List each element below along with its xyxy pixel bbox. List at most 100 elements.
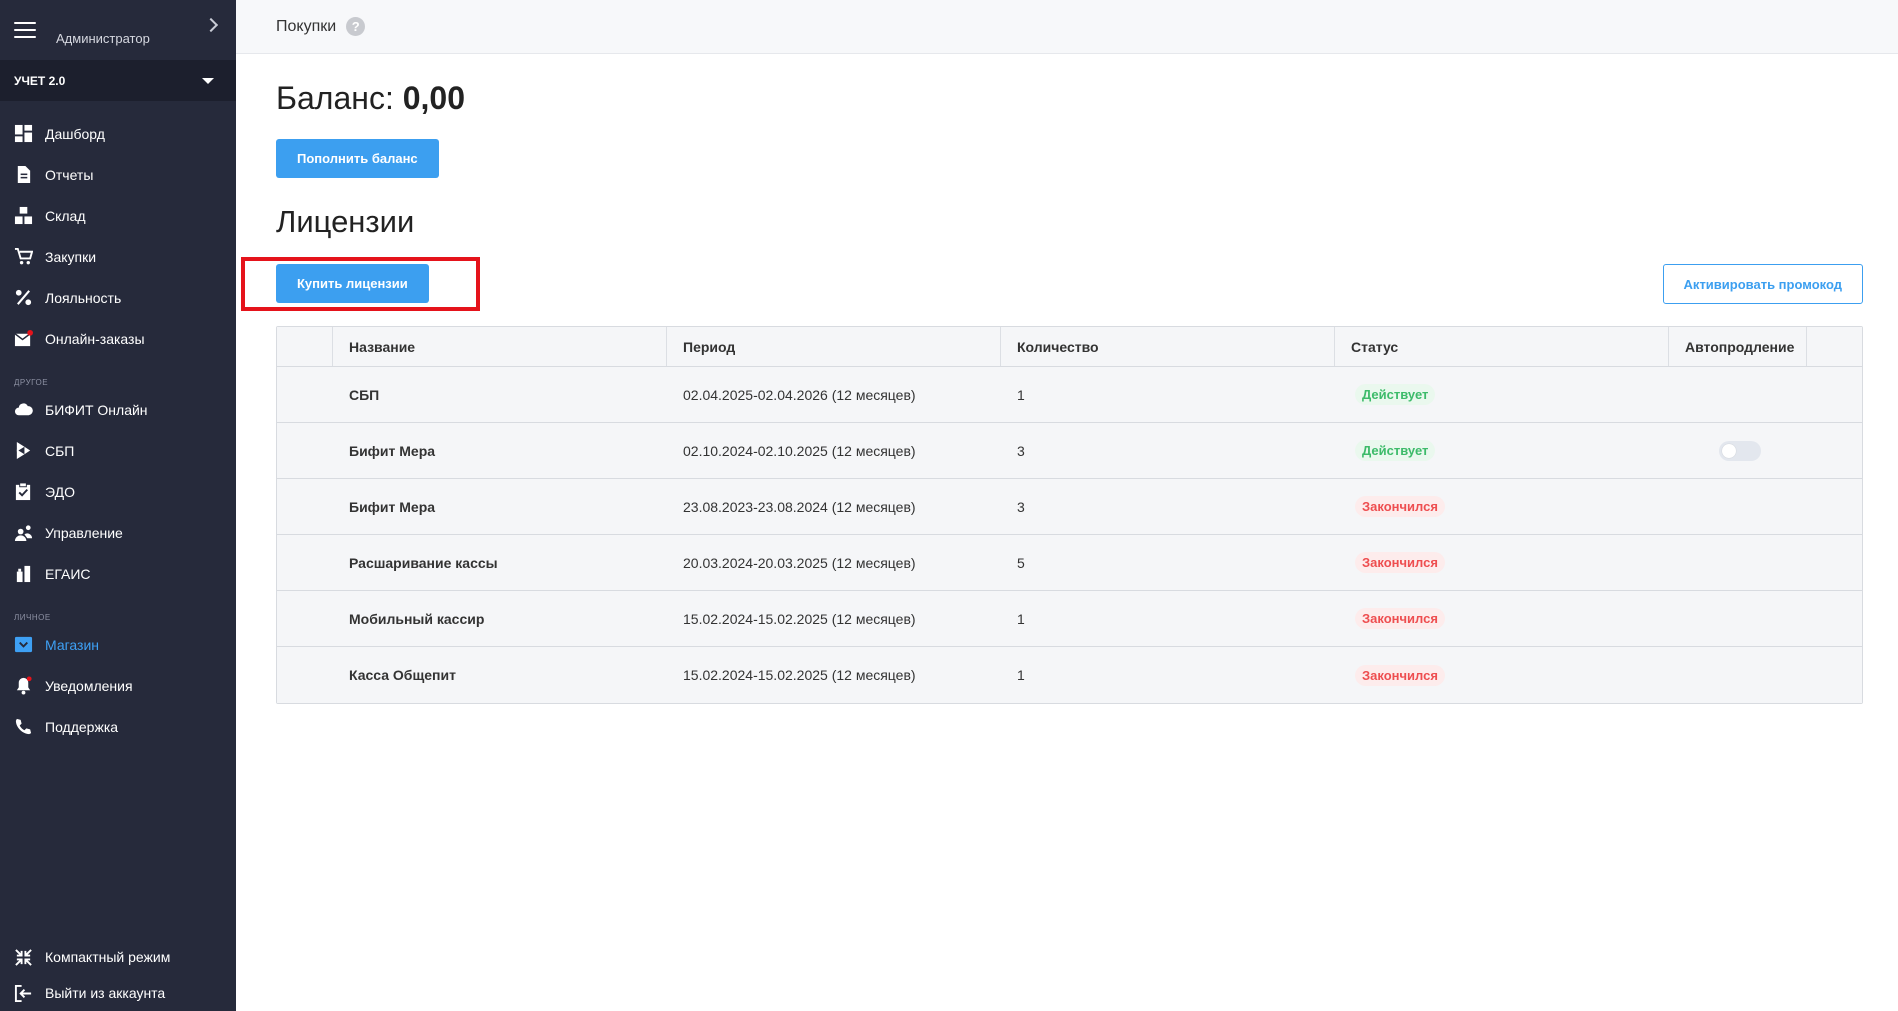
status-cell: Закончился	[1335, 479, 1669, 534]
license-name: Касса Общепит	[349, 667, 456, 683]
sidebar-item-label: Склад	[45, 207, 86, 224]
autorenew-cell	[1669, 535, 1807, 590]
topup-balance-button[interactable]: Пополнить баланс	[276, 139, 439, 178]
logout-button[interactable]: Выйти из аккаунта	[0, 975, 236, 1011]
sidebar-item-label: Закупки	[45, 248, 97, 265]
sidebar-item-sbp[interactable]: СБП	[0, 430, 236, 471]
compact-mode-label: Компактный режим	[45, 949, 171, 965]
column-header-quantity[interactable]: Количество	[1001, 327, 1335, 366]
document-icon	[13, 165, 33, 185]
license-period: 20.03.2024-20.03.2025 (12 месяцев)	[683, 554, 916, 571]
table-body: СБП 02.04.2025-02.04.2026 (12 месяцев) 1 Де…	[277, 367, 1862, 703]
status-badge: Закончился	[1355, 496, 1445, 517]
menu-icon[interactable]	[14, 22, 36, 38]
autorenew-cell	[1669, 647, 1807, 703]
actions-cell	[1807, 535, 1862, 590]
cart-icon	[13, 247, 33, 267]
sidebar-item-label: Поддержка	[45, 718, 119, 735]
compact-mode-button[interactable]: Компактный режим	[0, 939, 236, 975]
status-cell: Закончился	[1335, 591, 1669, 646]
account-name: УЧЕТ 2.0	[14, 73, 66, 88]
balance-heading: Баланс: 0,00	[276, 80, 1863, 117]
help-icon[interactable]: ?	[346, 17, 366, 36]
sidebar-item-label: Отчеты	[45, 166, 94, 183]
sidebar-item-bifit-online[interactable]: БИФИТ Онлайн	[0, 389, 236, 430]
status-badge: Закончился	[1355, 664, 1445, 686]
main-content: Баланс: 0,00 Пополнить баланс Лицензии К…	[241, 54, 1863, 704]
actions-cell	[1807, 647, 1862, 703]
table-row[interactable]: Бифит Мера 23.08.2023-23.08.2024 (12 меся…	[277, 479, 1862, 535]
sidebar-item-online-orders[interactable]: Онлайн-заказы	[0, 318, 236, 359]
license-quantity: 3	[1017, 442, 1025, 459]
license-period: 15.02.2024-15.02.2025 (12 месяцев)	[683, 667, 916, 683]
row-select-cell	[277, 479, 333, 534]
license-period: 23.08.2023-23.08.2024 (12 месяцев)	[683, 498, 916, 515]
status-badge: Действует	[1355, 384, 1436, 405]
chevron-right-icon[interactable]	[203, 17, 219, 33]
page-header: Покупки ?	[236, 0, 1898, 54]
sidebar-header: Администратор	[0, 0, 236, 60]
licenses-toolbar: Купить лицензии Активировать промокод	[241, 257, 1863, 311]
sidebar-item-label: Лояльность	[45, 289, 122, 306]
table-row[interactable]: Касса Общепит 15.02.2024-15.02.2025 (12 м…	[277, 647, 1862, 703]
sidebar-item-warehouse[interactable]: Склад	[0, 195, 236, 236]
licenses-table: Название Период Количество Статус Автопр…	[276, 326, 1863, 704]
sidebar-item-notifications[interactable]: Уведомления	[0, 665, 236, 706]
status-cell: Закончился	[1335, 647, 1669, 703]
autorenew-cell	[1669, 591, 1807, 646]
balance-value: 0,00	[402, 80, 465, 116]
status-cell: Закончился	[1335, 535, 1669, 590]
compress-icon	[13, 947, 33, 967]
store-icon	[13, 635, 33, 655]
license-name: Бифит Мера	[349, 498, 436, 515]
sidebar-item-label: Управление	[45, 524, 123, 541]
column-header-period[interactable]: Период	[667, 327, 1001, 366]
account-switcher[interactable]: УЧЕТ 2.0	[0, 60, 236, 101]
sidebar-item-management[interactable]: Управление	[0, 512, 236, 553]
table-header: Название Период Количество Статус Автопр…	[277, 327, 1862, 367]
buy-licenses-button[interactable]: Купить лицензии	[276, 264, 429, 303]
sidebar-item-loyalty[interactable]: Лояльность	[0, 277, 236, 318]
autorenew-toggle[interactable]	[1719, 440, 1761, 461]
sidebar-item-support[interactable]: Поддержка	[0, 706, 236, 747]
license-quantity: 3	[1017, 498, 1025, 515]
row-select-cell	[277, 647, 333, 703]
column-header-name[interactable]: Название	[333, 327, 667, 366]
section-personal: Личное	[14, 613, 51, 622]
section-other: Другое	[14, 378, 49, 387]
sidebar: Администратор УЧЕТ 2.0 Дашборд Отчеты Ск…	[0, 0, 236, 1011]
column-header-autorenew[interactable]: Автопродление	[1669, 327, 1807, 366]
sidebar-item-edo[interactable]: ЭДО	[0, 471, 236, 512]
caret-down-icon	[202, 77, 214, 84]
sidebar-item-label: БИФИТ Онлайн	[45, 401, 148, 418]
table-row[interactable]: Расшаривание кассы 20.03.2024-20.03.2025 …	[277, 535, 1862, 591]
sidebar-item-label: Магазин	[45, 636, 100, 653]
license-quantity: 1	[1017, 667, 1025, 683]
column-header-status[interactable]: Статус	[1335, 327, 1669, 366]
sidebar-item-store[interactable]: Магазин	[0, 624, 236, 665]
sidebar-item-dashboard[interactable]: Дашборд	[0, 113, 236, 154]
table-row[interactable]: Бифит Мера 02.10.2024-02.10.2025 (12 меся…	[277, 423, 1862, 479]
table-row[interactable]: СБП 02.04.2025-02.04.2026 (12 месяцев) 1 Де…	[277, 367, 1862, 423]
logout-label: Выйти из аккаунта	[45, 985, 166, 1001]
column-header-select	[277, 327, 333, 366]
clipboard-check-icon	[13, 482, 33, 502]
bell-icon	[13, 676, 33, 696]
status-badge: Действует	[1355, 440, 1436, 461]
status-cell: Действует	[1335, 423, 1669, 478]
sbp-icon	[13, 441, 33, 461]
table-row[interactable]: Мобильный кассир 15.02.2024-15.02.2025 (1…	[277, 591, 1862, 647]
sidebar-item-purchases[interactable]: Закупки	[0, 236, 236, 277]
page-title: Покупки	[276, 17, 337, 35]
sidebar-item-egais[interactable]: ЕГАИС	[0, 553, 236, 594]
activate-promo-button[interactable]: Активировать промокод	[1662, 264, 1863, 304]
sidebar-item-reports[interactable]: Отчеты	[0, 154, 236, 195]
license-name: СБП	[349, 386, 380, 403]
row-select-cell	[277, 367, 333, 422]
users-icon	[13, 523, 33, 543]
cloud-icon	[13, 400, 33, 420]
logout-icon	[13, 983, 33, 1003]
sidebar-footer: Компактный режим Выйти из аккаунта	[0, 939, 236, 1011]
license-period: 02.04.2025-02.04.2026 (12 месяцев)	[683, 386, 916, 403]
row-select-cell	[277, 591, 333, 646]
